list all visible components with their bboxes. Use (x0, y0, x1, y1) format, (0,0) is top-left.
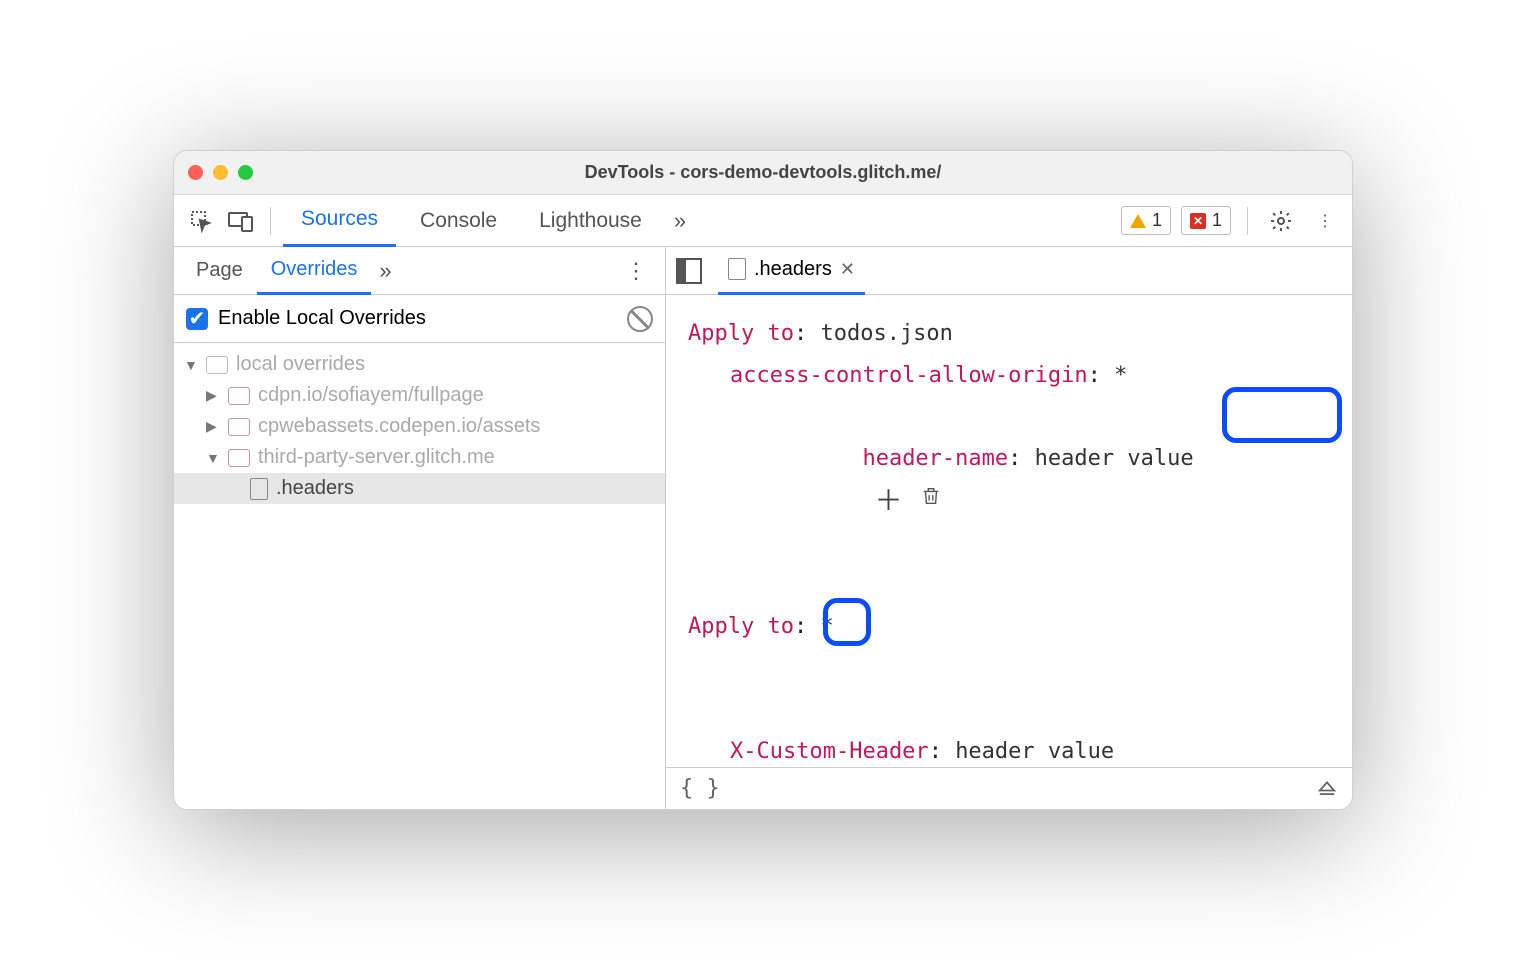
editor-tabs: .headers ✕ (666, 247, 1352, 295)
tab-console[interactable]: Console (402, 195, 515, 247)
chevron-down-icon: ▼ (206, 450, 220, 466)
clear-overrides-icon[interactable] (627, 306, 653, 332)
chevron-right-icon: ▶ (206, 418, 220, 435)
tree-root[interactable]: ▼ local overrides (174, 349, 665, 380)
tree-folder-label: cpwebassets.codepen.io/assets (258, 415, 540, 438)
pretty-print-icon[interactable]: { } (680, 776, 720, 801)
tab-sources[interactable]: Sources (283, 195, 396, 247)
inspect-element-icon[interactable] (184, 204, 218, 238)
errors-badge[interactable]: ✕ 1 (1181, 206, 1231, 235)
error-count: 1 (1212, 210, 1222, 231)
tree-root-label: local overrides (236, 353, 365, 376)
subtab-overrides[interactable]: Overrides (257, 247, 372, 295)
header-value[interactable]: header value (1035, 446, 1194, 471)
navigator-panel: Page Overrides » ⋮ ✔ Enable Local Overri… (174, 247, 666, 809)
window-title: DevTools - cors-demo-devtools.glitch.me/ (174, 162, 1352, 183)
chevron-right-icon: ▶ (206, 387, 220, 404)
window-controls (188, 165, 253, 180)
minimize-window-icon[interactable] (213, 165, 228, 180)
apply-to-value[interactable]: todos.json (820, 321, 952, 346)
folder-icon (206, 356, 228, 374)
delete-header-icon[interactable] (920, 480, 942, 522)
file-icon (250, 478, 268, 500)
tree-file-headers[interactable]: .headers (174, 473, 665, 504)
header-name[interactable]: access-control-allow-origin (730, 363, 1088, 388)
navigator-tabs: Page Overrides » ⋮ (174, 247, 665, 295)
header-name[interactable]: X-Custom-Header (730, 739, 929, 764)
content-area: Page Overrides » ⋮ ✔ Enable Local Overri… (174, 247, 1352, 809)
file-icon (728, 258, 746, 280)
add-header-icon[interactable]: ＋ (874, 487, 902, 515)
more-subtabs-icon[interactable]: » (371, 258, 399, 284)
folder-icon (228, 387, 250, 405)
close-window-icon[interactable] (188, 165, 203, 180)
header-actions: ＋ (874, 480, 942, 522)
folder-icon (228, 418, 250, 436)
subtab-page[interactable]: Page (182, 247, 257, 295)
main-toolbar: Sources Console Lighthouse » 1 ✕ 1 ⋮ (174, 195, 1352, 247)
warning-count: 1 (1152, 210, 1162, 231)
tree-folder-label: third-party-server.glitch.me (258, 446, 495, 469)
apply-to-label: Apply to (688, 321, 794, 346)
titlebar: DevTools - cors-demo-devtools.glitch.me/ (174, 151, 1352, 195)
tree-folder[interactable]: ▶ cpwebassets.codepen.io/assets (174, 411, 665, 442)
headers-editor: Apply to: todos.json access-control-allo… (666, 295, 1352, 767)
tree-folder[interactable]: ▼ third-party-server.glitch.me (174, 442, 665, 473)
file-tab-headers[interactable]: .headers ✕ (718, 247, 865, 295)
header-name[interactable]: header-name (862, 446, 1008, 471)
file-tree: ▼ local overrides ▶ cdpn.io/sofiayem/ful… (174, 343, 665, 809)
folder-icon (228, 449, 250, 467)
separator (270, 207, 271, 235)
chevron-down-icon: ▼ (184, 357, 198, 373)
file-tab-label: .headers (754, 258, 832, 281)
separator (1247, 207, 1248, 235)
warnings-badge[interactable]: 1 (1121, 206, 1171, 235)
apply-to-value[interactable]: * (820, 614, 833, 639)
error-icon: ✕ (1190, 213, 1206, 229)
tab-lighthouse[interactable]: Lighthouse (521, 195, 660, 247)
more-tabs-icon[interactable]: » (666, 208, 694, 234)
editor-statusbar: { } (666, 767, 1352, 809)
zoom-window-icon[interactable] (238, 165, 253, 180)
header-value[interactable]: * (1114, 363, 1127, 388)
navigator-menu-icon[interactable]: ⋮ (615, 258, 657, 284)
tree-folder[interactable]: ▶ cdpn.io/sofiayem/fullpage (174, 380, 665, 411)
header-value[interactable]: header value (955, 739, 1114, 764)
dock-icon[interactable] (1316, 777, 1338, 800)
enable-overrides-row: ✔ Enable Local Overrides (174, 295, 665, 343)
more-menu-icon[interactable]: ⋮ (1308, 204, 1342, 238)
settings-icon[interactable] (1264, 204, 1298, 238)
editor-panel: .headers ✕ Apply to: todos.json access-c… (666, 247, 1352, 809)
enable-overrides-label: Enable Local Overrides (218, 307, 426, 330)
device-toolbar-icon[interactable] (224, 204, 258, 238)
warning-icon (1130, 214, 1146, 228)
tree-folder-label: cdpn.io/sofiayem/fullpage (258, 384, 484, 407)
close-tab-icon[interactable]: ✕ (840, 259, 855, 280)
enable-overrides-checkbox[interactable]: ✔ (186, 308, 208, 330)
apply-to-label: Apply to (688, 614, 794, 639)
devtools-window: DevTools - cors-demo-devtools.glitch.me/… (173, 150, 1353, 810)
tree-file-label: .headers (276, 477, 354, 500)
toggle-navigator-icon[interactable] (676, 258, 702, 284)
